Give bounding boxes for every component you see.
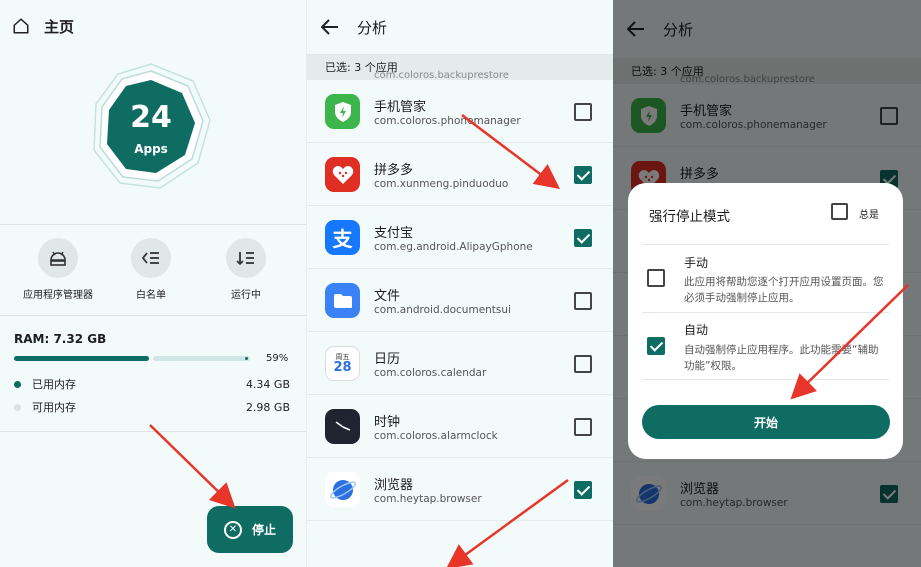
auto-title: 自动 <box>684 323 709 337</box>
stop-button-label: 停止 <box>251 523 276 537</box>
app-checkbox[interactable] <box>574 292 592 310</box>
ram-used-label: 已用内存 <box>32 378 76 391</box>
app-package: com.xunmeng.pinduoduo <box>374 178 509 190</box>
calendar-day: 28 <box>333 359 352 375</box>
divider <box>0 315 306 316</box>
home-screen: 主页 24 Apps 应用程序管理器 白名单 运行中 RAM: 7.32 GB <box>0 0 306 567</box>
app-row[interactable]: 文件com.android.documentsui <box>307 269 613 332</box>
ram-free-fill <box>153 356 250 361</box>
ram-percent: 59% <box>266 353 289 364</box>
app-name: 浏览器 <box>374 478 414 493</box>
always-checkbox[interactable] <box>831 203 848 220</box>
shortcut-label: 白名单 <box>136 290 166 301</box>
app-name: 时钟 <box>374 415 401 430</box>
manual-description: 此应用将帮助您逐个打开应用设置页面。您必须手动强制停止应用。 <box>684 276 884 304</box>
app-package: com.coloros.phonemanager <box>374 115 521 127</box>
ram-bar-dot <box>245 357 248 360</box>
free-bullet <box>14 403 21 411</box>
ram-free-label: 可用内存 <box>32 401 76 414</box>
app-name: 支付宝 <box>374 226 414 241</box>
whitelist-icon <box>131 238 171 278</box>
calendar-icon: 周五28 <box>325 346 360 381</box>
force-stop-dialog: 强行停止模式 总是 手动 此应用将帮助您逐个打开应用设置页面。您必须手动强制停止… <box>628 183 903 459</box>
folder-icon <box>325 283 360 318</box>
divider <box>642 379 889 380</box>
app-package: com.eg.android.AlipayGphone <box>374 241 533 253</box>
stop-icon: ✕ <box>223 520 242 539</box>
app-checkbox[interactable] <box>574 166 592 184</box>
back-arrow-icon[interactable] <box>321 19 339 35</box>
shortcut-label: 应用程序管理器 <box>23 290 93 301</box>
sort-list-icon <box>226 238 266 278</box>
app-checkbox[interactable] <box>574 103 592 121</box>
app-name: 拼多多 <box>374 163 414 178</box>
shortcut-running[interactable]: 运行中 <box>196 238 296 301</box>
home-icon[interactable] <box>12 17 30 35</box>
ram-title: RAM: 7.32 GB <box>14 332 107 346</box>
clock-icon <box>325 409 360 444</box>
app-package: com.android.documentsui <box>374 304 511 316</box>
force-stop-screen: 分析 已选: 3 个应用 com.coloros.backuprestore 手… <box>613 0 921 567</box>
app-checkbox[interactable] <box>574 481 592 499</box>
used-bullet <box>14 380 21 388</box>
analysis-topbar: 分析 <box>307 0 613 54</box>
dialog-title: 强行停止模式 <box>649 209 730 225</box>
app-row[interactable]: 时钟com.coloros.alarmclock <box>307 395 613 458</box>
stop-button[interactable]: ✕ 停止 <box>207 506 293 553</box>
app-package: com.coloros.calendar <box>374 367 487 379</box>
app-row[interactable]: 支支付宝com.eg.android.AlipayGphone <box>307 206 613 269</box>
manual-title: 手动 <box>684 256 709 270</box>
app-row[interactable]: 手机管家com.coloros.phonemanager <box>307 80 613 143</box>
app-name: 手机管家 <box>374 100 427 115</box>
app-row[interactable]: 拼多多com.xunmeng.pinduoduo <box>307 143 613 206</box>
apps-count-badge: 24 Apps <box>86 62 216 192</box>
page-title: 主页 <box>44 17 75 36</box>
ram-free-value: 2.98 GB <box>245 400 290 414</box>
start-button-label: 开始 <box>753 415 778 430</box>
app-checkbox[interactable] <box>574 229 592 247</box>
shield-icon <box>325 94 360 129</box>
always-label: 总是 <box>859 210 879 221</box>
auto-description: 自动强制停止应用程序。此功能需要“辅助功能”权限。 <box>684 344 879 372</box>
start-button[interactable]: 开始 <box>642 405 890 439</box>
ram-progress-bar <box>14 356 250 361</box>
app-package: com.coloros.alarmclock <box>374 430 498 442</box>
browser-icon <box>325 472 360 507</box>
home-topbar: 主页 <box>0 0 306 52</box>
alipay-icon: 支 <box>325 220 360 255</box>
shortcut-whitelist[interactable]: 白名单 <box>101 238 201 301</box>
pinduoduo-icon <box>325 157 360 192</box>
app-package: com.heytap.browser <box>374 493 482 505</box>
android-icon <box>38 238 78 278</box>
selected-count-bar: 已选: 3 个应用 com.coloros.backuprestore <box>307 54 613 80</box>
ram-used-fill <box>14 356 149 361</box>
app-row[interactable]: 浏览器com.heytap.browser <box>307 458 613 521</box>
ram-used-value: 4.34 GB <box>245 377 290 391</box>
auto-checkbox[interactable] <box>647 337 665 355</box>
divider <box>0 431 306 432</box>
app-list: 手机管家com.coloros.phonemanager拼多多com.xunme… <box>307 80 613 521</box>
apps-count: 24 <box>130 100 172 135</box>
shortcut-app-manager[interactable]: 应用程序管理器 <box>8 238 108 301</box>
ram-used-row: 已用内存 4.34 GB <box>14 376 290 392</box>
app-checkbox[interactable] <box>574 355 592 373</box>
divider <box>642 244 889 245</box>
scrolled-package: com.coloros.backuprestore <box>374 70 509 80</box>
app-row[interactable]: 周五28 日历com.coloros.calendar <box>307 332 613 395</box>
analysis-screen: 分析 已选: 3 个应用 com.coloros.backuprestore 手… <box>306 0 613 567</box>
apps-label: Apps <box>134 142 168 156</box>
divider <box>0 224 306 225</box>
ram-free-row: 可用内存 2.98 GB <box>14 399 290 415</box>
page-title: 分析 <box>357 18 388 37</box>
app-name: 文件 <box>374 289 401 304</box>
app-name: 日历 <box>374 352 401 367</box>
manual-checkbox[interactable] <box>647 269 665 287</box>
shortcut-label: 运行中 <box>231 290 261 301</box>
app-checkbox[interactable] <box>574 418 592 436</box>
divider <box>642 312 889 313</box>
